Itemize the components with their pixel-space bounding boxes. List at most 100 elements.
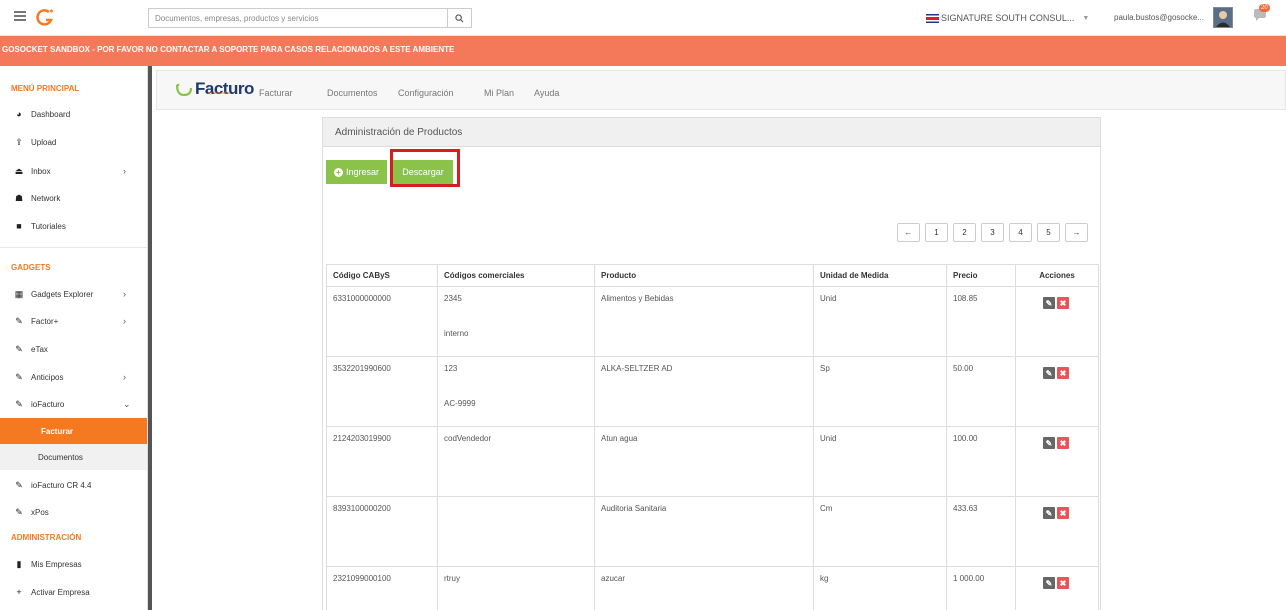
nav-documentos[interactable]: Documentos (327, 88, 378, 98)
plug-icon: ✎ (15, 479, 23, 490)
page-4-button[interactable]: 4 (1009, 223, 1032, 242)
plug-icon: ✎ (15, 506, 23, 517)
unidad-cell: Cm (813, 496, 947, 567)
company-name: SIGNATURE SOUTH CONSUL... (941, 13, 1075, 23)
sidebar-item-label: Factor+ (31, 316, 59, 326)
table-header-row: Código CAByS Códigos comerciales Product… (326, 264, 1099, 287)
edit-icon[interactable]: ✎ (1043, 297, 1055, 309)
cabys-cell: 8393100000200 (326, 496, 438, 567)
column-header[interactable]: Producto (594, 264, 814, 287)
sidebar-item-tutoriales[interactable]: ■ Tutoriales (0, 213, 147, 239)
nav-mi-plan[interactable]: Mi Plan (484, 88, 514, 98)
sidebar-item-activar-empresa[interactable]: + Activar Empresa (0, 579, 147, 605)
nav-configuracion[interactable]: Configuración (398, 88, 454, 98)
edit-icon[interactable]: ✎ (1043, 577, 1055, 589)
code-primary: rtruy (444, 574, 460, 583)
sidebar-item-network[interactable]: ☗ Network (0, 185, 147, 211)
precio-cell: 1 000.00 (946, 566, 1016, 610)
cabys-cell: 2124203019900 (326, 426, 438, 497)
plug-icon: ✎ (15, 343, 23, 354)
column-header[interactable]: Códigos comerciales (437, 264, 595, 287)
sidebar-item-label: Inbox (31, 166, 51, 176)
gosocket-logo-icon[interactable] (36, 8, 56, 28)
acciones-cell: ✎ ✖ (1015, 426, 1099, 497)
user-email[interactable]: paula.bustos@gosocke... (1114, 13, 1204, 22)
edit-icon[interactable]: ✎ (1043, 507, 1055, 519)
sidebar-item-label: Tutoriales (31, 221, 66, 231)
edit-icon[interactable]: ✎ (1043, 367, 1055, 379)
delete-icon[interactable]: ✖ (1057, 437, 1069, 449)
chevron-right-icon: › (123, 372, 126, 382)
search-button[interactable] (447, 9, 471, 27)
sidebar: MENÚ PRINCIPAL ◕ Dashboard ⇪ Upload ⏏ In… (0, 66, 148, 610)
table-row: 6331000000000 2345 interno Alimentos y Bebi… (326, 286, 1099, 357)
column-header[interactable]: Código CAByS (326, 264, 438, 287)
column-header[interactable]: Precio (946, 264, 1016, 287)
sidebar-item-inbox[interactable]: ⏏ Inbox › (0, 158, 147, 184)
ingresar-button[interactable]: + Ingresar (326, 160, 387, 184)
sidebar-item-iofacturo-cr[interactable]: ✎ ioFacturo CR 4.4 (0, 472, 147, 498)
sidebar-item-factor-plus[interactable]: ✎ Factor+ › (0, 308, 147, 334)
unidad-cell: Sp (813, 356, 947, 427)
nav-facturar[interactable]: Facturar (259, 88, 293, 98)
sidebar-item-gadgets-explorer[interactable]: ▦ Gadgets Explorer › (0, 281, 147, 307)
inbox-icon: ⏏ (14, 165, 24, 176)
producto-cell: Atun agua (594, 426, 814, 497)
page-prev-button[interactable]: ← (897, 223, 920, 242)
costa-rica-flag-icon (926, 13, 939, 23)
chevron-right-icon: › (123, 289, 126, 299)
sidebar-item-documentos[interactable]: Documentos (0, 444, 147, 470)
sidebar-item-label: Network (31, 193, 61, 203)
hamburger-menu-icon[interactable] (14, 11, 26, 21)
page-3-button[interactable]: 3 (981, 223, 1004, 242)
code-primary: 123 (444, 364, 458, 373)
delete-icon[interactable]: ✖ (1057, 577, 1069, 589)
page-next-button[interactable]: → (1065, 223, 1088, 242)
ingresar-label: Ingresar (345, 167, 380, 177)
plug-icon: ✎ (15, 398, 23, 409)
sidebar-item-dashboard[interactable]: ◕ Dashboard (0, 101, 147, 127)
panel-title: Administración de Productos (323, 118, 1100, 147)
sidebar-item-label: Anticipos (31, 372, 64, 382)
building-icon: ▮ (16, 558, 22, 569)
table-row: 2321099000100 rtruy azucar kg 1 000.00 ✎ ✖ (326, 566, 1099, 610)
sidebar-item-label: eTax (31, 344, 48, 354)
column-header[interactable]: Unidad de Medida (813, 264, 947, 287)
company-selector[interactable]: SIGNATURE SOUTH CONSUL... ▼ (926, 13, 1089, 23)
acciones-cell: ✎ ✖ (1015, 566, 1099, 610)
upload-icon: ⇪ (15, 136, 23, 147)
notification-badge: 20 (1259, 4, 1270, 12)
delete-icon[interactable]: ✖ (1057, 507, 1069, 519)
sidebar-item-iofacturo[interactable]: ✎ ioFacturo ⌄ (0, 391, 147, 417)
sidebar-item-facturar[interactable]: Facturar (0, 418, 147, 444)
sidebar-item-upload[interactable]: ⇪ Upload (0, 129, 147, 155)
page-5-button[interactable]: 5 (1037, 223, 1060, 242)
global-search (148, 8, 472, 28)
cabys-cell: 3532201990600 (326, 356, 438, 427)
highlight-box (390, 149, 460, 187)
sidebar-item-etax[interactable]: ✎ eTax (0, 336, 147, 362)
table-row: 3532201990600 123 AC-9999 ALKA-SELTZER AD Sp… (326, 356, 1099, 427)
sidebar-item-label: Gadgets Explorer (31, 289, 94, 299)
page-1-button[interactable]: 1 (925, 223, 948, 242)
producto-cell: azucar (594, 566, 814, 610)
producto-cell: Alimentos y Bebidas (594, 286, 814, 357)
code-primary: codVendedor (444, 434, 492, 443)
network-icon: ☗ (14, 192, 24, 203)
edit-icon[interactable]: ✎ (1043, 437, 1055, 449)
acciones-cell: ✎ ✖ (1015, 496, 1099, 567)
chevron-right-icon: › (123, 166, 126, 176)
delete-icon[interactable]: ✖ (1057, 367, 1069, 379)
precio-cell: 50.00 (946, 356, 1016, 427)
sidebar-item-mis-empresas[interactable]: ▮ Mis Empresas (0, 551, 147, 577)
sidebar-item-label: Upload (31, 137, 57, 147)
codes-cell: 123 AC-9999 (437, 356, 595, 427)
delete-icon[interactable]: ✖ (1057, 297, 1069, 309)
page-2-button[interactable]: 2 (953, 223, 976, 242)
search-input[interactable] (149, 9, 447, 27)
code-secondary: interno (444, 329, 469, 338)
sidebar-item-anticipos[interactable]: ✎ Anticipos › (0, 364, 147, 390)
nav-ayuda[interactable]: Ayuda (534, 88, 559, 98)
avatar[interactable] (1213, 7, 1233, 28)
sidebar-item-xpos[interactable]: ✎ xPos (0, 499, 147, 525)
